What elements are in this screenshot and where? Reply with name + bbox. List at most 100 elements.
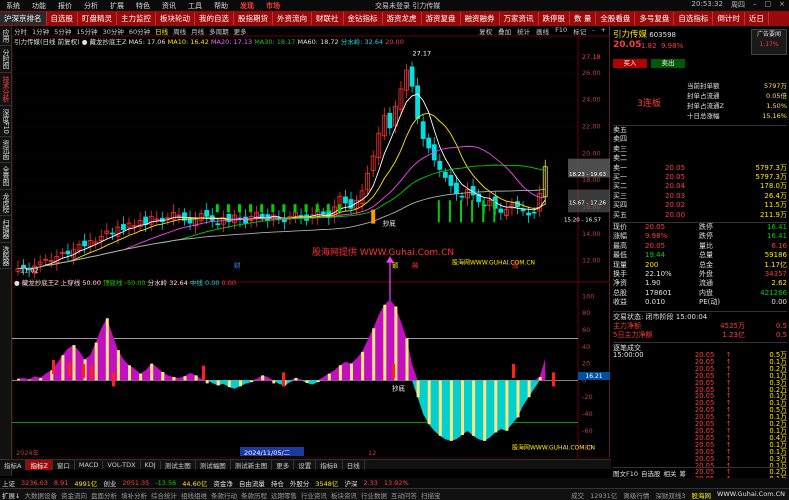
toolbar-button[interactable]: 全股看盘 xyxy=(596,12,636,25)
toolbar-button[interactable]: 数 量 xyxy=(570,12,597,25)
toolbar-button[interactable]: 板块轮动 xyxy=(156,12,195,25)
close-icon[interactable]: × xyxy=(779,0,785,10)
status-link[interactable]: 行业数据 xyxy=(361,490,387,500)
indicator-tab[interactable]: 指标Z xyxy=(26,459,53,470)
status-link[interactable]: 资金流向 xyxy=(61,490,87,500)
buy-button[interactable]: 买入 xyxy=(613,59,647,68)
period-tab[interactable]: 更多 xyxy=(234,26,247,36)
left-tab[interactable]: 资讯面 xyxy=(0,137,12,164)
indicator-tab[interactable]: VOL-TDX xyxy=(103,460,141,469)
toolbar-button[interactable]: 游资龙虎 xyxy=(383,12,422,25)
period-tab[interactable]: 5分钟 xyxy=(54,26,71,36)
toolbar-button[interactable]: 股指期货 xyxy=(234,12,273,25)
toolbar-button[interactable]: 沪深京排名 xyxy=(0,12,47,25)
sub-legend-name[interactable]: ● 藏龙抄底王Z xyxy=(14,279,59,287)
menu-extend[interactable]: 扩展 xyxy=(104,1,130,11)
menu-quote[interactable]: 报价 xyxy=(52,1,78,11)
menu-market[interactable]: 市场 xyxy=(260,1,286,11)
indicator-tab[interactable]: 更多 xyxy=(272,459,295,470)
period-tab[interactable]: 15分钟 xyxy=(76,26,97,36)
left-tab[interactable]: 应用 xyxy=(0,26,12,46)
chart-tool-button[interactable]: F10 xyxy=(555,26,567,36)
ad-box[interactable]: 广告要闻 1.17% xyxy=(751,29,787,55)
toolbar-button[interactable]: 外资流向 xyxy=(273,12,312,25)
sell-button[interactable]: 卖出 xyxy=(651,59,685,68)
toolbar-button[interactable]: 多号复盘 xyxy=(635,12,675,25)
toolbar-button[interactable]: 近日 xyxy=(745,12,769,25)
status-link[interactable]: 互动问答 xyxy=(391,490,417,500)
panel-tab[interactable]: 自选股 xyxy=(641,468,661,478)
status-link[interactable]: 填补分析 xyxy=(121,490,147,500)
status-link[interactable]: 综合统计 xyxy=(151,490,177,500)
menu-help[interactable]: 帮助 xyxy=(208,1,234,11)
period-tab[interactable]: 周线 xyxy=(173,26,186,36)
chart-tool-button[interactable]: 统计 xyxy=(517,26,530,36)
menu-analysis[interactable]: 分析 xyxy=(78,1,104,11)
status-link[interactable]: 板块资讯 xyxy=(331,490,357,500)
indicator-tab[interactable]: 日线 xyxy=(343,459,365,470)
status-link[interactable]: 远期零售 xyxy=(271,490,297,500)
indicator-tab[interactable]: 设置 xyxy=(294,459,317,470)
toolbar-button[interactable]: 财联社 xyxy=(312,12,344,25)
toolbar-button[interactable]: 我的自选 xyxy=(195,12,234,25)
menu-feature[interactable]: 特色 xyxy=(130,1,156,11)
left-tab[interactable]: 深度F10 xyxy=(0,106,12,137)
period-tab[interactable]: 多周期 xyxy=(209,26,229,36)
indicator-tab[interactable]: MACD xyxy=(75,460,104,469)
menu-system[interactable]: 系统 xyxy=(0,1,26,11)
chart-tool-button[interactable]: + xyxy=(601,26,606,36)
menu-tools[interactable]: 工具 xyxy=(182,1,208,11)
chart-area[interactable]: 27.1826.0024.0022.0020.0018.0016.0014.00… xyxy=(11,26,611,459)
indicator-tab[interactable]: KDJ xyxy=(141,460,161,469)
chart-canvas[interactable]: 27.1826.0024.0022.0020.0018.0016.0014.00… xyxy=(11,26,611,459)
toolbar-button[interactable]: 跌停股 xyxy=(539,12,570,25)
left-tab[interactable]: 扫描器 xyxy=(0,216,12,243)
left-tab[interactable]: 选股器 xyxy=(0,243,12,270)
status-link[interactable]: 大数据设备 xyxy=(24,490,57,500)
period-tab[interactable]: 30分钟 xyxy=(103,26,124,36)
chart-tool-button[interactable]: 叠加 xyxy=(498,26,511,36)
period-tab[interactable]: 月线 xyxy=(191,26,204,36)
toolbar-button[interactable]: 游资复盘 xyxy=(422,12,461,25)
status-link[interactable]: 条款行动 xyxy=(211,490,237,500)
left-tab[interactable]: 技术分析 xyxy=(0,73,12,106)
indicator-tab[interactable]: 指标A xyxy=(0,459,27,470)
chart-tool-button[interactable]: 复权 xyxy=(479,26,492,36)
menu-info[interactable]: 资讯 xyxy=(156,1,182,11)
status-link[interactable]: 组线组维 xyxy=(181,490,207,500)
period-tab[interactable]: 分时 xyxy=(14,26,27,36)
maximize-icon[interactable]: □ xyxy=(765,0,772,10)
legend-indicator[interactable]: ● 藏龙抄底王Z xyxy=(82,38,127,46)
left-tab[interactable]: 全景图 xyxy=(0,163,12,190)
indicator-tab[interactable]: 测试幅图 xyxy=(196,459,231,470)
toolbar-button[interactable]: 金钻指标 xyxy=(344,12,383,25)
chart-tool-button[interactable]: 标记 xyxy=(573,26,586,36)
panel-tab[interactable]: 相关 xyxy=(664,468,677,478)
toolbar-button[interactable]: 自选指标 xyxy=(674,12,714,25)
status-link[interactable]: 盘面分析 xyxy=(91,490,117,500)
status-link[interactable]: 扩展↓ xyxy=(2,490,20,500)
toolbar-button[interactable]: 倒计时 xyxy=(713,12,745,25)
chart-tool-button[interactable]: - xyxy=(592,26,594,36)
menu-function[interactable]: 功能 xyxy=(26,1,52,11)
status-link[interactable]: 行业资讯 xyxy=(301,490,327,500)
toolbar-button[interactable]: 万家资讯 xyxy=(500,12,539,25)
period-tab[interactable]: 1分钟 xyxy=(32,26,49,36)
indicator-tab[interactable]: 测试主图 xyxy=(161,459,196,470)
toolbar-button[interactable]: 融资融券 xyxy=(461,12,500,25)
minimize-icon[interactable]: – xyxy=(753,0,757,10)
toolbar-button[interactable]: 主力监控 xyxy=(117,12,156,25)
status-link[interactable]: 条款历程 xyxy=(241,490,267,500)
menu-discover[interactable]: 发现 xyxy=(234,1,260,11)
indicator-tab[interactable]: 指标B xyxy=(316,459,343,470)
period-tab[interactable]: 60分钟 xyxy=(129,26,150,36)
panel-tab[interactable]: 图文F10 xyxy=(613,468,638,478)
left-tab[interactable]: 分时图 xyxy=(0,46,12,73)
toolbar-button[interactable]: 自选股 xyxy=(47,12,78,25)
panel-tab[interactable]: 筹 xyxy=(680,468,687,478)
indicator-tab[interactable]: 窗口 xyxy=(53,459,75,470)
indicator-tab[interactable]: 测试新主图 xyxy=(231,459,273,470)
period-tab[interactable]: 日线 xyxy=(155,26,168,36)
left-tab[interactable]: 龙虎榜 xyxy=(0,190,12,217)
status-link[interactable]: 扫描宝 xyxy=(421,490,441,500)
